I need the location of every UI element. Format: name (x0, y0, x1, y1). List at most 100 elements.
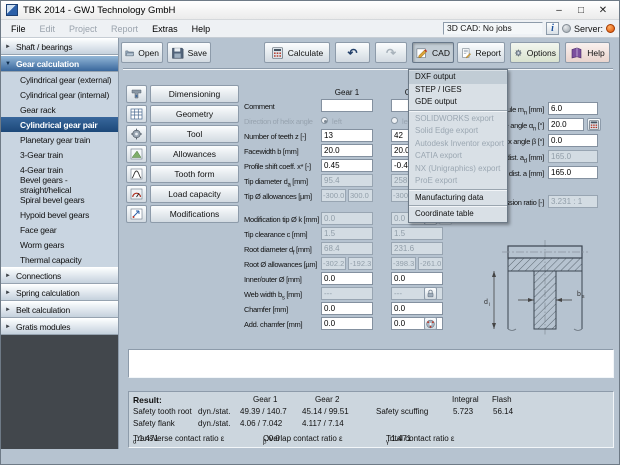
results-gear1-header: Gear 1 (253, 395, 277, 404)
sidebar-group-label: Spring calculation (16, 288, 80, 298)
menu-item-coordinate-table[interactable]: Coordinate table (409, 208, 507, 221)
tip-diameter-label: Tip diameter da [mm] (244, 177, 308, 189)
minimize-button[interactable]: – (548, 3, 570, 18)
root-diameter-gear1-input (321, 242, 373, 255)
sidebar-group-spring-calculation[interactable]: ► Spring calculation (1, 284, 118, 301)
helix-angle-input[interactable] (548, 134, 598, 147)
sidebar-item-bevel-gears[interactable]: Bevel gears - straight/helical (1, 177, 118, 192)
nav-tool-button[interactable]: Tool (150, 125, 239, 143)
menu-help[interactable]: Help (185, 22, 218, 36)
web-width-lock-button[interactable] (424, 287, 437, 300)
sidebar-group-belt-calculation[interactable]: ► Belt calculation (1, 301, 118, 318)
root-allowance-gear1-lower-input (348, 257, 373, 270)
nav-tooth-form-button[interactable]: Tooth form (150, 165, 239, 183)
flank-mode: dyn./stat. (198, 419, 230, 428)
sidebar-group-shaft-bearings[interactable]: ► Shaft / bearings (1, 38, 118, 55)
close-button[interactable]: ✕ (592, 3, 614, 18)
sidebar-group-label: Gear calculation (16, 59, 79, 69)
sidebar-item-worm-gears[interactable]: Worm gears (1, 237, 118, 252)
profile-shift-gear1-input[interactable] (321, 159, 373, 172)
report-label: Report (475, 48, 501, 58)
inner-outer-gear1-input[interactable] (321, 272, 373, 285)
cad-button[interactable]: CAD (412, 42, 454, 63)
sidebar-item-3-gear-train[interactable]: 3-Gear train (1, 147, 118, 162)
open-button[interactable]: Open (121, 42, 163, 63)
info-button[interactable]: i (546, 22, 559, 35)
cad-label: CAD (432, 48, 450, 58)
nav-dimensioning-button[interactable]: Dimensioning (150, 85, 239, 103)
pressure-angle-calculator-button[interactable] (587, 118, 601, 131)
save-button[interactable]: Save (167, 42, 211, 63)
pressure-angle-input[interactable] (548, 118, 584, 131)
allowances-icon-button[interactable] (126, 145, 147, 163)
collapsed-arrow-icon: ► (5, 324, 12, 330)
gear1-column-header: Gear 1 (321, 88, 373, 97)
menu-item-proe-export: ProE export (409, 175, 507, 188)
menu-separator (409, 110, 507, 112)
facewidth-label: Facewidth b [mm] (244, 147, 298, 156)
menu-item-dxf-output[interactable]: DXF output (409, 71, 507, 84)
maximize-button[interactable]: □ (570, 3, 592, 18)
module-input[interactable] (548, 102, 598, 115)
total-contact-ratio: Total contact ratio εγ: 1.471 (386, 434, 391, 446)
nav-allowances-button[interactable]: Allowances (150, 145, 239, 163)
options-button[interactable]: Options (510, 42, 560, 63)
add-chamfer-gear1-input[interactable] (321, 317, 373, 330)
chamfer-tool-button[interactable] (424, 317, 437, 330)
tooth-form-icon-button[interactable] (126, 165, 147, 183)
menu-item-autodesk-inventor-export: Autodesk Inventor export (409, 138, 507, 151)
sidebar-item-gear-rack[interactable]: Gear rack (1, 102, 118, 117)
help-label: Help (587, 48, 604, 58)
nav-modifications-button[interactable]: Modifications (150, 205, 239, 223)
profile-shift-label: Profile shift coeff. x* [-] (244, 162, 311, 171)
collapsed-arrow-icon: ► (5, 307, 12, 313)
menu-item-step-iges[interactable]: STEP / IGES (409, 84, 507, 97)
undo-icon: ↶ (347, 47, 357, 59)
root-diameter-label: Root diameter df [mm] (244, 245, 312, 257)
nav-load-capacity-button[interactable]: Load capacity (150, 185, 239, 203)
centre-distance-input[interactable] (548, 166, 598, 179)
sidebar-item-thermal-capacity[interactable]: Thermal capacity (1, 252, 118, 267)
tooth-root-mode: dyn./stat. (198, 407, 230, 416)
sidebar-item-cylindrical-gear-external[interactable]: Cylindrical gear (external) (1, 72, 118, 87)
chamfer-gear1-input[interactable] (321, 302, 373, 315)
menu-item-gde-output[interactable]: GDE output (409, 96, 507, 109)
help-button[interactable]: Help (565, 42, 610, 63)
inner-outer-gear2-input[interactable] (391, 272, 443, 285)
tool-icon-button[interactable] (126, 125, 147, 143)
tip-allowances-label: Tip Ø allowances [µm] (244, 192, 312, 201)
sidebar-item-hypoid-bevel-gears[interactable]: Hypoid bevel gears (1, 207, 118, 222)
menu-item-manufacturing-data[interactable]: Manufacturing data (409, 192, 507, 205)
sidebar-item-face-gear[interactable]: Face gear (1, 222, 118, 237)
collapsed-arrow-icon: ► (5, 290, 12, 296)
root-allowances-label: Root Ø allowances [µm] (244, 260, 317, 269)
facewidth-gear1-input[interactable] (321, 144, 373, 157)
transmission-ratio-input (548, 195, 598, 208)
sidebar-item-cylindrical-gear-internal[interactable]: Cylindrical gear (internal) (1, 87, 118, 102)
dimensioning-icon-button[interactable] (126, 85, 147, 103)
sidebar-group-gear-calculation[interactable]: ▼ Gear calculation (1, 55, 118, 72)
comment-gear1-input[interactable] (321, 99, 373, 112)
app-logo-icon (6, 4, 18, 16)
menu-extras[interactable]: Extras (145, 22, 185, 36)
nav-geometry-button[interactable]: Geometry (150, 105, 239, 123)
geometry-icon-button[interactable] (126, 105, 147, 123)
calculate-button[interactable]: Calculate (264, 42, 330, 63)
load-capacity-icon-button[interactable] (126, 185, 147, 203)
teeth-gear1-input[interactable] (321, 129, 373, 142)
modifications-icon-button[interactable] (126, 205, 147, 223)
menu-bar: File Edit Project Report Extras Help 3D … (1, 20, 619, 38)
sidebar-group-connections[interactable]: ► Connections (1, 267, 118, 284)
report-button[interactable]: Report (457, 42, 505, 63)
chamfer-gear2-input[interactable] (391, 302, 443, 315)
tip-clearance-label: Tip clearance c [mm] (244, 230, 307, 239)
sidebar-group-gratis-modules[interactable]: ► Gratis modules (1, 318, 118, 335)
chamfer-label: Chamfer [mm] (244, 305, 288, 314)
web-width-gear1-input (321, 287, 373, 300)
sidebar-item-planetary-gear-train[interactable]: Planetary gear train (1, 132, 118, 147)
title-bar: TBK 2014 - GWJ Technology GmbH – □ ✕ (1, 1, 619, 20)
sidebar-item-cylindrical-gear-pair[interactable]: Cylindrical gear pair (1, 117, 118, 132)
undo-button[interactable]: ↶ (335, 42, 370, 63)
menu-item-solidworks-export: SOLIDWORKS export (409, 113, 507, 126)
menu-file[interactable]: File (4, 22, 33, 36)
